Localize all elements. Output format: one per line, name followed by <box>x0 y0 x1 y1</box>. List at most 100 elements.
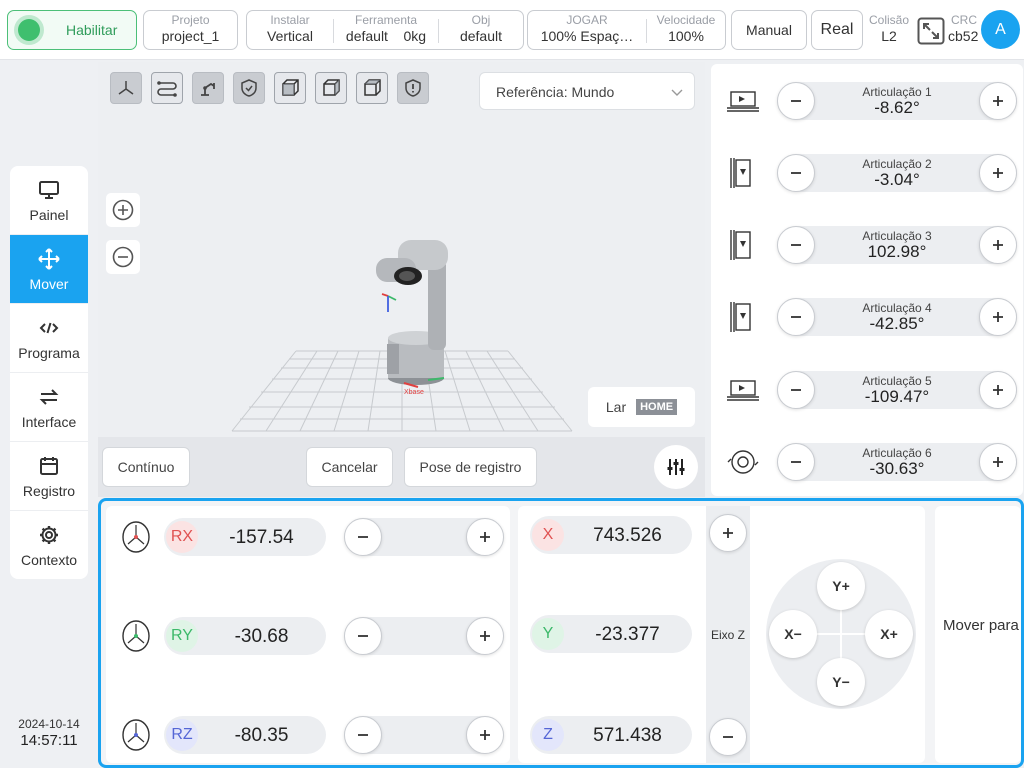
plus-icon <box>480 730 490 740</box>
joint-6-plus-button[interactable] <box>979 443 1017 481</box>
joint-value: -42.85° <box>869 314 925 333</box>
joint-name: Articulação 2 <box>862 157 932 171</box>
3d-viewport[interactable]: Referência: Mundo Xbase Lar HOME Contínu… <box>98 62 705 497</box>
crc-indicator: CRC cb52 <box>948 14 980 43</box>
enable-label: Habilitar <box>66 22 118 38</box>
joint-5-plus-button[interactable] <box>979 371 1017 409</box>
nav-item-mover[interactable]: Mover <box>10 235 88 304</box>
minus-icon <box>358 536 368 538</box>
nav-item-interface[interactable]: Interface <box>10 373 88 442</box>
position-row-z: Z 571.438 <box>530 716 692 754</box>
collision-indicator: Colisão L2 <box>866 14 912 43</box>
rz-plus-button[interactable] <box>466 716 504 754</box>
ry-plus-button[interactable] <box>466 617 504 655</box>
gear-icon <box>40 526 58 544</box>
rotation-row-rx: RX -157.54 <box>106 517 510 557</box>
project-selector[interactable]: Projeto project_1 <box>143 10 238 50</box>
move-to-button[interactable]: Mover para <box>935 506 1021 763</box>
side-nav: Painel Mover Programa Interface Registro… <box>10 166 88 579</box>
z-minus-button[interactable] <box>709 718 747 756</box>
joint-5-icon <box>727 380 759 401</box>
ry-minus-button[interactable] <box>344 617 382 655</box>
home-button[interactable]: Lar HOME <box>588 387 695 427</box>
nav-item-contexto[interactable]: Contexto <box>10 511 88 579</box>
rx-plus-button[interactable] <box>466 518 504 556</box>
joint-3-plus-button[interactable] <box>979 226 1017 264</box>
rx-minus-button[interactable] <box>344 518 382 556</box>
joint-6-minus-button[interactable] <box>777 443 815 481</box>
settings-sliders-button[interactable] <box>654 445 698 489</box>
manual-mode-button[interactable]: Manual <box>731 10 807 50</box>
joint-control: Articulação 4 -42.85° <box>777 298 1017 336</box>
joint-3-minus-button[interactable] <box>777 226 815 264</box>
jog-value: 100% Espaç… <box>540 28 634 44</box>
plus-icon <box>723 528 733 538</box>
joint-panel: Articulação 1 -8.62° Articulação 2 -3.04° Ar… <box>711 64 1023 496</box>
axis-badge: RY <box>166 620 198 652</box>
joint-4-icon <box>730 302 751 332</box>
user-avatar[interactable]: A <box>981 10 1020 49</box>
joint-row-2: Articulação 2 -3.04° <box>711 150 1023 196</box>
cartesian-jog-panel: RX -157.54 RY -30.68 RZ -80.35 X 743.526 Y -23.3… <box>98 498 1024 768</box>
position-value: 571.438 <box>593 725 662 746</box>
jog-speed-group[interactable]: JOGAR 100% Espaç… Velocidade 100% <box>527 10 726 50</box>
nav-label: Interface <box>21 413 77 430</box>
minus-icon <box>791 461 801 463</box>
joint-name: Articulação 6 <box>862 446 932 460</box>
expand-icon[interactable] <box>917 17 945 45</box>
position-value: 743.526 <box>593 525 662 546</box>
nav-item-programa[interactable]: Programa <box>10 304 88 373</box>
rotation-value-field: RY -30.68 <box>164 617 326 655</box>
joint-1-minus-button[interactable] <box>777 82 815 120</box>
joint-name: Articulação 5 <box>862 374 932 388</box>
axis-badge: Y <box>532 618 564 650</box>
x-plus-button[interactable]: X+ <box>865 610 913 658</box>
joint-2-minus-button[interactable] <box>777 154 815 192</box>
minus-icon <box>358 734 368 736</box>
joint-3-icon <box>730 230 751 260</box>
joint-2-plus-button[interactable] <box>979 154 1017 192</box>
calendar-icon <box>40 456 58 475</box>
joint-4-minus-button[interactable] <box>777 298 815 336</box>
install-tool-obj-group[interactable]: Instalar Vertical Ferramenta default 0kg… <box>246 10 524 50</box>
rotation-value-field: RZ -80.35 <box>164 716 326 754</box>
joint-4-plus-button[interactable] <box>979 298 1017 336</box>
y-plus-button[interactable]: Y+ <box>817 562 865 610</box>
plus-icon <box>993 168 1003 178</box>
nav-item-registro[interactable]: Registro <box>10 442 88 511</box>
rotation-value: -157.54 <box>229 527 294 548</box>
joint-row-4: Articulação 4 -42.85° <box>711 294 1023 340</box>
obj-value: default <box>459 28 503 44</box>
speed-label: Velocidade <box>656 13 716 27</box>
cancel-button[interactable]: Cancelar <box>306 447 393 487</box>
position-value: -23.377 <box>595 624 660 645</box>
project-label: Projeto <box>171 13 210 27</box>
minus-icon <box>791 389 801 391</box>
rotation-jog <box>344 518 504 556</box>
monitor-icon <box>39 180 59 199</box>
joint-value: -3.04° <box>874 170 920 189</box>
viewport-toolbar: Contínuo Cancelar Pose de registro <box>98 437 705 497</box>
y-minus-button[interactable]: Y− <box>817 658 865 706</box>
x-minus-button[interactable]: X− <box>769 610 817 658</box>
joint-5-minus-button[interactable] <box>777 371 815 409</box>
rotation-panel: RX -157.54 RY -30.68 RZ -80.35 <box>106 506 510 763</box>
continuous-button[interactable]: Contínuo <box>102 447 190 487</box>
joint-1-plus-button[interactable] <box>979 82 1017 120</box>
plus-icon <box>993 457 1003 467</box>
plus-icon <box>993 96 1003 106</box>
time: 14:57:11 <box>20 731 78 749</box>
enable-status-icon <box>18 19 40 41</box>
nav-item-painel[interactable]: Painel <box>10 166 88 235</box>
minus-icon <box>791 172 801 174</box>
robot-scene: Xbase <box>231 240 573 432</box>
tool-weight: 0kg <box>403 28 427 44</box>
record-pose-button[interactable]: Pose de registro <box>404 447 537 487</box>
robot-arm: Xbase <box>376 240 448 396</box>
z-plus-button[interactable] <box>709 514 747 552</box>
minus-icon <box>791 100 801 102</box>
real-mode-button[interactable]: Real <box>811 10 863 50</box>
collision-value: L2 <box>881 28 897 44</box>
enable-button[interactable]: Habilitar <box>7 10 137 50</box>
rz-minus-button[interactable] <box>344 716 382 754</box>
